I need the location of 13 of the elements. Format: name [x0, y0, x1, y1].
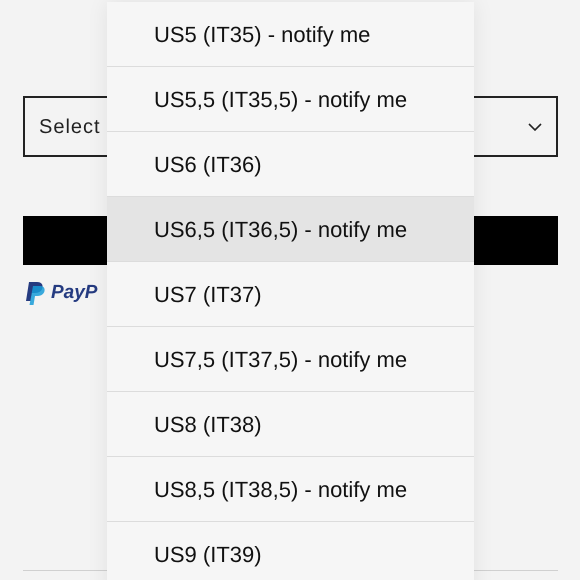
size-option[interactable]: US7,5 (IT37,5) - notify me	[107, 327, 474, 392]
size-option[interactable]: US5,5 (IT35,5) - notify me	[107, 67, 474, 132]
paypal-logo-icon	[25, 280, 45, 306]
chevron-down-icon	[528, 122, 542, 130]
paypal-wordmark: PayP	[51, 281, 98, 305]
size-option[interactable]: US7 (IT37)	[107, 262, 474, 327]
size-option[interactable]: US6,5 (IT36,5) - notify me	[107, 197, 474, 262]
size-option[interactable]: US9 (IT39)	[107, 522, 474, 580]
size-option[interactable]: US5 (IT35) - notify me	[107, 2, 474, 67]
select-placeholder: Select	[39, 114, 101, 140]
size-option[interactable]: US8 (IT38)	[107, 392, 474, 457]
size-option[interactable]: US6 (IT36)	[107, 132, 474, 197]
size-option[interactable]: US8,5 (IT38,5) - notify me	[107, 457, 474, 522]
